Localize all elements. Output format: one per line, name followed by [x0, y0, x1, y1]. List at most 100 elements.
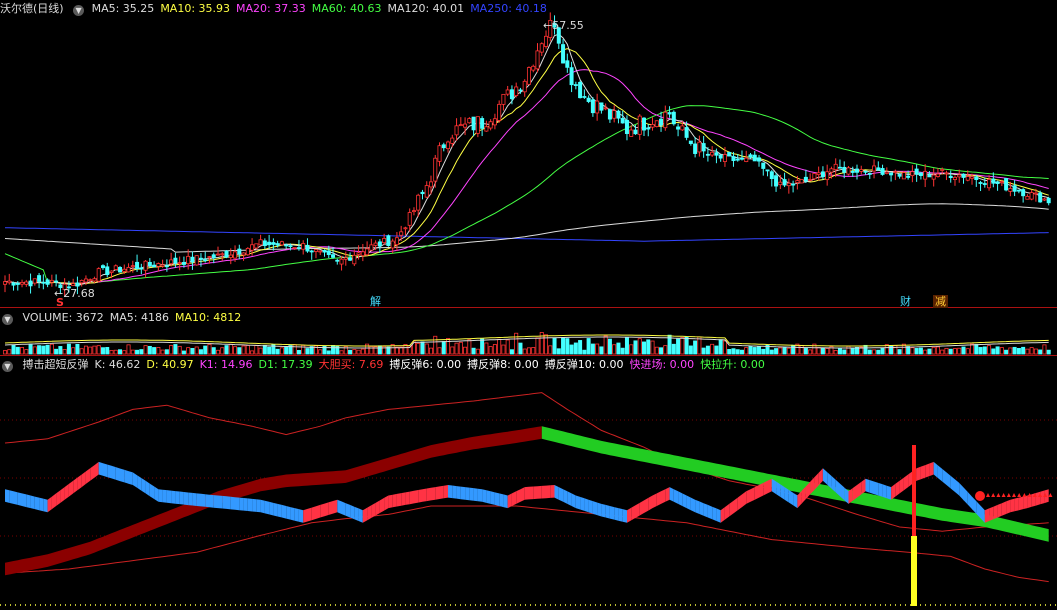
buy-marker: [986, 493, 990, 497]
candle-body: [952, 176, 957, 180]
candle-body: [884, 171, 889, 174]
volume-bar: [181, 350, 186, 355]
volume-bar: [262, 345, 267, 355]
candle-body: [296, 247, 301, 249]
swing-ribbon-segment: [60, 487, 65, 503]
swing-ribbon-segment: [264, 500, 270, 515]
swing-ribbon-segment: [5, 489, 10, 503]
candle-body: [198, 257, 203, 260]
swing-ribbon-segment: [252, 498, 257, 512]
buy-marker: [1006, 493, 1011, 497]
swing-ribbon-segment: [47, 496, 52, 513]
swing-ribbon-segment: [490, 491, 495, 505]
swing-ribbon-segment: [550, 485, 555, 498]
candle-body: [935, 173, 940, 177]
candle-body: [514, 86, 519, 96]
volume-bar: [130, 349, 135, 355]
volume-bar: [207, 344, 212, 355]
volume-bar: [1008, 347, 1013, 355]
candle-body: [978, 182, 983, 184]
volume-bar: [139, 349, 144, 355]
swing-ribbon-segment: [720, 507, 725, 523]
swing-ribbon-segment: [43, 498, 48, 513]
swing-ribbon-segment: [409, 490, 414, 505]
candle-body: [526, 67, 531, 85]
swing-ribbon-segment: [235, 497, 240, 511]
collapse-icon[interactable]: ▼: [73, 5, 85, 16]
swing-ribbon-segment: [707, 504, 713, 520]
volume-bar: [7, 349, 12, 355]
volume-bar: [83, 345, 88, 355]
candle-body: [411, 210, 416, 213]
candle-body: [284, 244, 289, 247]
volume-bar: [245, 345, 250, 355]
candle-body: [428, 181, 433, 188]
swing-ribbon-segment: [1010, 498, 1015, 513]
candle-body: [288, 245, 293, 248]
event-jie-label[interactable]: 解: [368, 295, 383, 308]
swing-ribbon-segment: [878, 482, 883, 497]
swing-ribbon-segment: [622, 509, 627, 523]
candle-body: [646, 127, 651, 130]
volume-bar: [284, 346, 289, 355]
volume-bar: [228, 343, 233, 355]
swing-ribbon-segment: [584, 498, 589, 513]
candle-body: [991, 178, 996, 184]
volume-bar: [416, 342, 421, 355]
swing-ribbon-segment: [950, 475, 955, 492]
swing-ribbon-segment: [107, 464, 112, 479]
volume-bar: [782, 347, 787, 355]
volume-bar: [335, 345, 340, 355]
candle-body: [446, 141, 451, 150]
swing-ribbon-segment: [597, 502, 602, 517]
swing-ribbon-segment: [895, 480, 900, 497]
volume-bar: [893, 345, 898, 355]
candle-body: [147, 261, 152, 266]
event-jian-label[interactable]: 减: [933, 295, 948, 308]
swing-ribbon-segment: [763, 480, 768, 496]
candle-body: [595, 100, 600, 114]
swing-ribbon-segment: [175, 491, 180, 505]
swing-ribbon-segment: [686, 495, 691, 511]
candle-body: [463, 123, 468, 128]
volume-bar: [914, 348, 919, 355]
candle-body: [735, 158, 740, 161]
volume-bar: [58, 346, 63, 355]
signal-s-label: S: [56, 296, 64, 309]
swing-ribbon-segment: [997, 503, 1002, 518]
volume-bar: [164, 349, 169, 355]
collapse-icon[interactable]: ▼: [2, 314, 13, 325]
candle-body: [484, 126, 489, 132]
candle-body: [339, 258, 344, 265]
volume-bar: [458, 341, 463, 355]
volume-bar: [173, 344, 178, 355]
swing-ribbon-segment: [754, 485, 759, 500]
collapse-icon[interactable]: ▼: [2, 361, 13, 372]
main-indicator-0: MA5: 35.25: [91, 2, 155, 15]
candle-body: [241, 252, 246, 256]
candle-body: [539, 43, 544, 53]
volume-bar: [944, 347, 949, 355]
volume-bar: [126, 344, 131, 355]
swing-ribbon-segment: [205, 494, 210, 508]
swing-ribbon-segment: [967, 492, 972, 510]
swing-ribbon-segment: [188, 492, 193, 506]
swing-ribbon-segment: [516, 489, 521, 504]
candle-body: [999, 181, 1004, 184]
volume-bar: [37, 345, 42, 355]
candle-body: [54, 280, 59, 283]
candle-body: [169, 259, 174, 265]
candle-body: [676, 126, 681, 130]
swing-ribbon-segment: [324, 502, 329, 517]
candle-body: [83, 278, 88, 283]
high-price-label: ←57.55: [543, 19, 584, 32]
swing-ribbon-segment: [375, 500, 380, 516]
candlestick-series: [3, 12, 1051, 297]
candle-body: [620, 118, 625, 124]
candle-body: [803, 176, 808, 182]
volume-bar: [279, 347, 284, 355]
event-cai-label[interactable]: 财: [898, 295, 913, 308]
swing-ribbon-segment: [405, 491, 410, 505]
swing-ribbon-segment: [158, 489, 163, 503]
candle-body: [75, 282, 80, 287]
